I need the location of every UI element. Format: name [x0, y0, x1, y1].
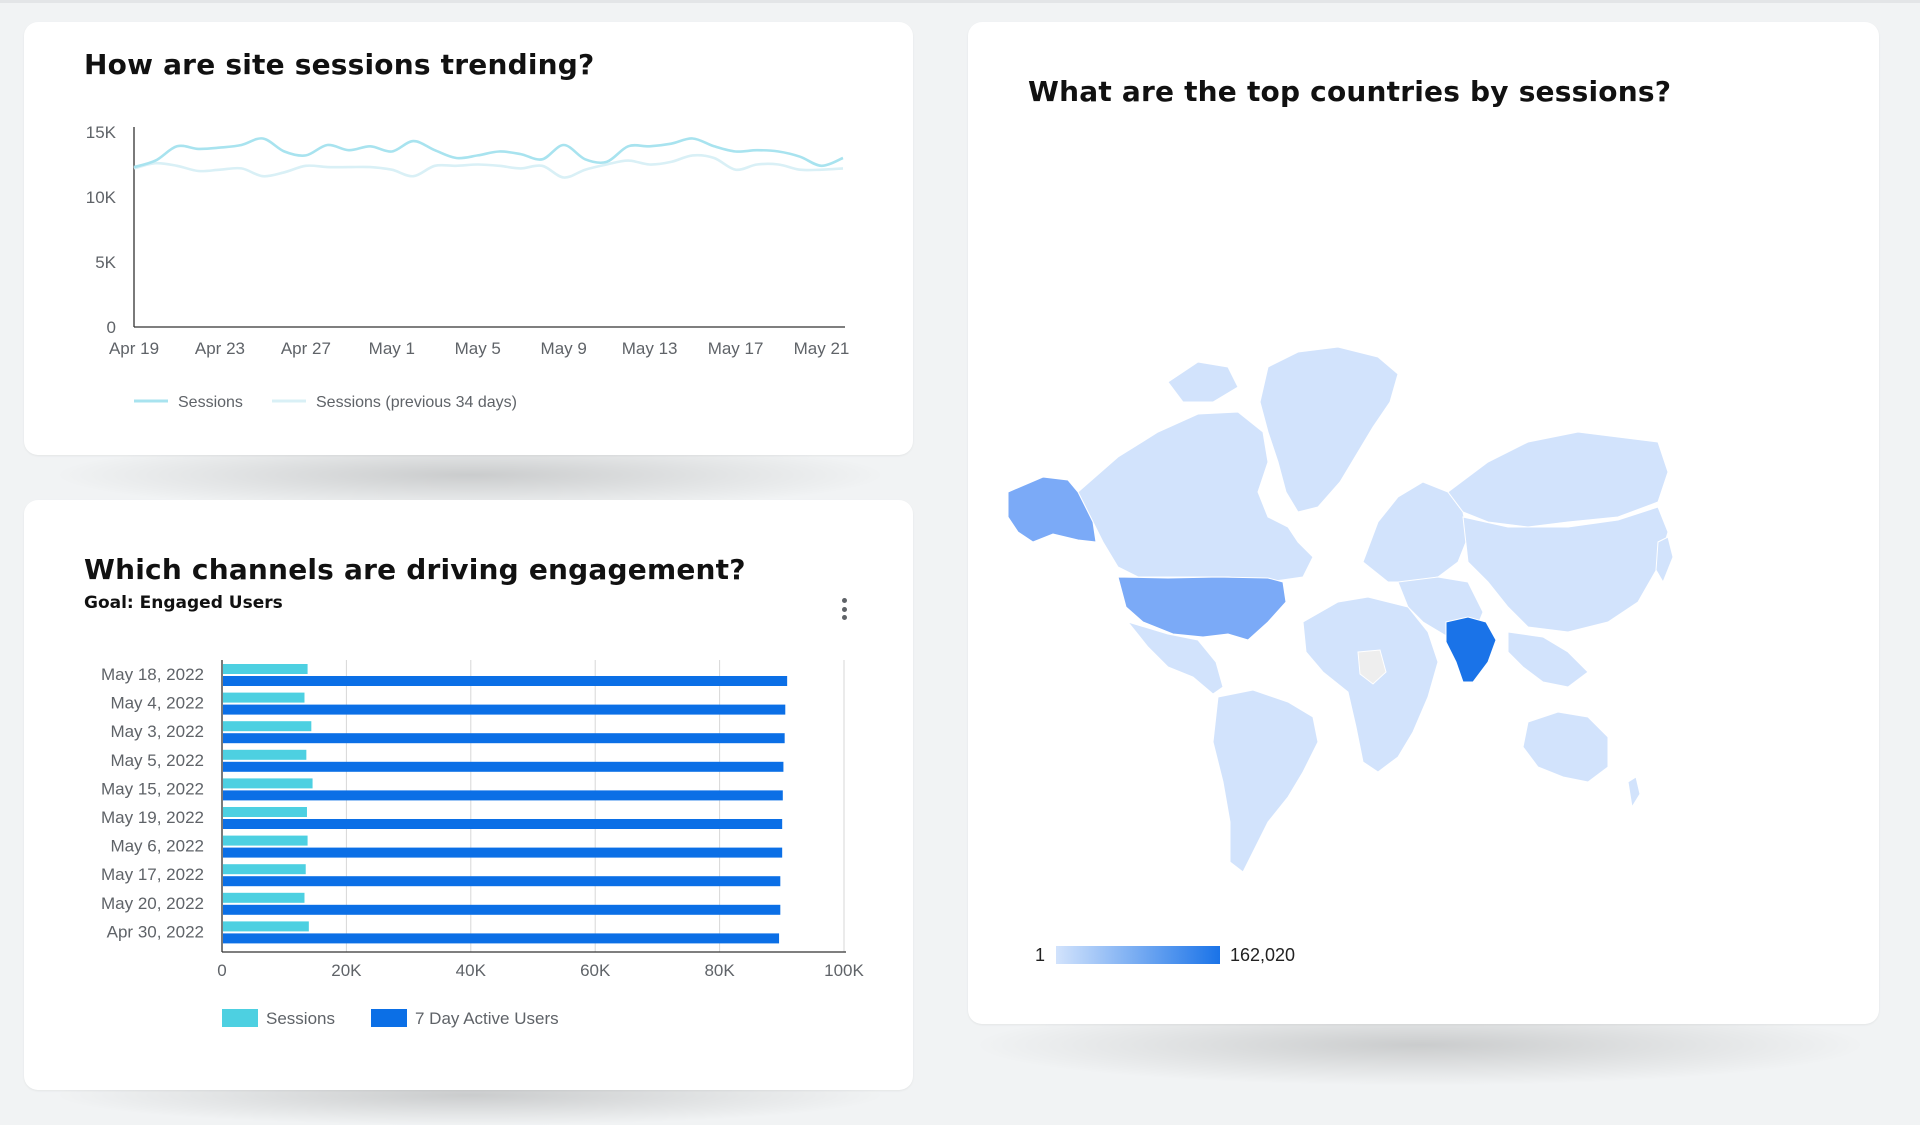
category-label: May 15, 2022 [101, 779, 204, 798]
y-tick-label: 0 [107, 318, 116, 337]
bar-sessions [223, 921, 309, 932]
country-india [1445, 616, 1497, 683]
country-arctic-islands [1167, 361, 1239, 403]
country-russia [1447, 431, 1669, 528]
sessions-line-chart: 0 5K 10K 15K Apr 19 Apr 23 Apr 27 May 1 May 5 May… [86, 123, 850, 411]
country-asia [1462, 506, 1669, 633]
legend-swatch [371, 1009, 407, 1027]
bar-active-users [223, 847, 783, 858]
country-southeast-asia [1507, 631, 1589, 688]
bar-sessions [223, 892, 305, 903]
scale-min-label: 1 [1035, 945, 1045, 965]
bar-sessions [223, 778, 313, 789]
country-japan [1655, 536, 1674, 584]
legend-label: Sessions [178, 394, 243, 411]
x-tick-label: May 21 [794, 339, 850, 358]
bar-sessions [223, 835, 308, 846]
bar-active-users [223, 761, 784, 772]
scale-max-label: 162,020 [1230, 945, 1295, 965]
category-label: May 3, 2022 [110, 722, 204, 741]
x-tick-label: 0 [217, 961, 226, 980]
x-tick-label: Apr 23 [195, 339, 245, 358]
country-africa [1302, 596, 1439, 773]
x-tick-label: May 9 [541, 339, 587, 358]
country-new-zealand [1627, 776, 1641, 809]
world-map[interactable]: 1 162,020 [968, 22, 1879, 1024]
bar-sessions [223, 749, 307, 760]
x-tick-label: 20K [331, 961, 362, 980]
bar-sessions [223, 807, 307, 817]
bar-active-users [223, 704, 786, 715]
category-label: May 4, 2022 [110, 694, 204, 713]
x-tick-label: May 1 [369, 339, 415, 358]
category-label: May 19, 2022 [101, 808, 204, 827]
bar-sessions [223, 692, 305, 703]
category-label: May 18, 2022 [101, 665, 204, 684]
category-label: May 5, 2022 [110, 751, 204, 770]
legend-label: Sessions (previous 34 days) [316, 394, 517, 411]
bar-active-users [223, 733, 785, 744]
x-tick-label: 80K [704, 961, 735, 980]
channels-card: Which channels are driving engagement? G… [24, 500, 913, 1090]
legend-swatch [222, 1009, 258, 1027]
bar-sessions [223, 664, 308, 674]
countries-card: What are the top countries by sessions? [968, 22, 1879, 1024]
x-tick-label: Apr 27 [281, 339, 331, 358]
top-border [0, 0, 1920, 3]
country-south-america [1212, 689, 1319, 873]
series-line-sessions [133, 137, 844, 169]
legend-label: 7 Day Active Users [415, 1009, 559, 1028]
bar-active-users [223, 790, 783, 801]
x-tick-label: 60K [580, 961, 611, 980]
legend-label: Sessions [266, 1009, 335, 1028]
bar-sessions [223, 721, 312, 732]
category-label: May 20, 2022 [101, 894, 204, 913]
x-tick-label: 100K [824, 961, 864, 980]
bar-active-users [223, 876, 781, 887]
series-line-sessions-previous [133, 153, 844, 179]
x-tick-label: Apr 19 [109, 339, 159, 358]
category-label: May 17, 2022 [101, 865, 204, 884]
country-australia [1522, 711, 1609, 783]
color-scale-bar [1056, 946, 1220, 964]
y-tick-label: 10K [86, 188, 117, 207]
y-tick-label: 15K [86, 123, 117, 142]
x-tick-label: May 5 [455, 339, 501, 358]
category-label: Apr 30, 2022 [107, 922, 204, 941]
y-tick-label: 5K [95, 253, 116, 272]
bar-active-users [223, 676, 788, 686]
country-greenland [1259, 346, 1399, 513]
bar-active-users [223, 933, 780, 944]
x-tick-label: May 17 [708, 339, 764, 358]
bar-active-users [223, 904, 781, 915]
x-tick-label: 40K [456, 961, 487, 980]
country-alaska [1007, 476, 1097, 543]
channels-bar-chart: May 18, 2022 May 4, 2022 May 3, 2022 May 5,… [101, 660, 865, 1028]
category-label: May 6, 2022 [110, 837, 204, 856]
sessions-trend-card: How are site sessions trending? 0 5K 10K 15… [24, 22, 913, 455]
bar-active-users [223, 819, 783, 829]
x-tick-label: May 13 [622, 339, 678, 358]
bar-sessions [223, 864, 306, 875]
